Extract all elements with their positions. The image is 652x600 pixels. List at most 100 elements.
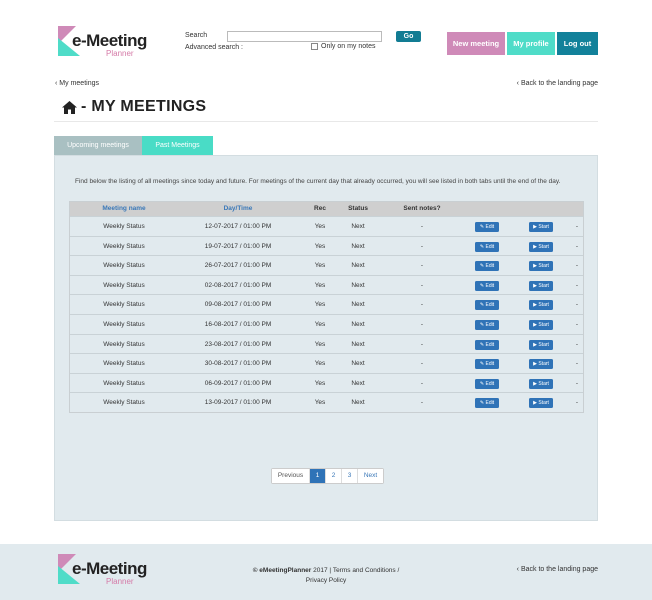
start-label: Start: [538, 263, 549, 270]
copyright-sep: |: [329, 567, 332, 574]
page-title: - MY MEETINGS: [62, 98, 206, 116]
start-button[interactable]: ▶ Start: [529, 241, 553, 252]
header-day-time[interactable]: Day/Time: [178, 202, 298, 216]
new-meeting-button[interactable]: New meeting: [447, 32, 505, 55]
pagination-page-3[interactable]: 3: [342, 469, 358, 483]
day-time-cell: 02-08-2017 / 01:00 PM: [204, 281, 272, 289]
edit-button[interactable]: ✎ Edit: [475, 378, 499, 389]
edit-button[interactable]: ✎ Edit: [475, 300, 499, 311]
meetings-table: Meeting name Day/Time Rec Status Sent no…: [69, 201, 584, 413]
edit-label: Edit: [485, 243, 495, 250]
pencil-icon: ✎: [479, 302, 485, 309]
back-my-meetings-link[interactable]: ‹ My meetings: [55, 80, 99, 87]
start-button[interactable]: ▶ Start: [529, 398, 553, 409]
start-button[interactable]: ▶ Start: [529, 378, 553, 389]
extra-cell: -: [575, 360, 579, 368]
rec-cell: Yes: [314, 379, 326, 387]
extra-cell: -: [575, 223, 579, 230]
sent-notes-cell: -: [420, 223, 424, 230]
search-input[interactable]: [227, 31, 382, 42]
footer-logo[interactable]: e-Meeting Planner: [58, 554, 158, 586]
play-icon: ▶: [533, 400, 537, 407]
footer: e-Meeting Planner © eMeetingPlanner 2017…: [0, 544, 652, 600]
sent-notes-cell: -: [420, 262, 424, 270]
status-cell: Next: [351, 223, 365, 230]
rec-cell: Yes: [314, 242, 326, 250]
pagination-next[interactable]: Next: [358, 469, 383, 483]
extra-cell: -: [575, 320, 579, 328]
start-button[interactable]: ▶ Start: [529, 359, 553, 370]
chevron-left-icon: ‹: [55, 80, 58, 87]
my-profile-button[interactable]: My profile: [507, 32, 555, 55]
header-rec: Rec: [314, 205, 326, 212]
table-row: Weekly Status 13-09-2017 / 01:00 PM Yes Nex…: [70, 392, 583, 412]
copyright-brand: © eMeetingPlanner: [252, 567, 312, 574]
header-logo[interactable]: e-Meeting Planner: [58, 26, 158, 58]
pencil-icon: ✎: [479, 263, 485, 270]
logout-button[interactable]: Log out: [557, 32, 598, 55]
edit-button[interactable]: ✎ Edit: [475, 261, 499, 272]
back-landing-link[interactable]: ‹ Back to the landing page: [517, 80, 598, 87]
table-row: Weekly Status 09-08-2017 / 01:00 PM Yes Nex…: [70, 294, 583, 314]
start-button[interactable]: ▶ Start: [529, 261, 553, 272]
meeting-name-cell: Weekly Status: [103, 262, 145, 270]
edit-button[interactable]: ✎ Edit: [475, 241, 499, 252]
play-icon: ▶: [533, 243, 537, 250]
pencil-icon: ✎: [479, 321, 485, 328]
edit-button[interactable]: ✎ Edit: [475, 339, 499, 350]
table-row: Weekly Status 06-09-2017 / 01:00 PM Yes Nex…: [70, 372, 583, 393]
meeting-name-cell: Weekly Status: [103, 301, 145, 309]
only-notes-label: Only on my notes: [321, 43, 376, 50]
tab-upcoming-meetings[interactable]: Upcoming meetings: [54, 136, 142, 155]
start-label: Start: [538, 321, 549, 328]
start-button[interactable]: ▶ Start: [529, 280, 553, 291]
pagination-previous[interactable]: Previous: [272, 469, 310, 483]
edit-label: Edit: [485, 400, 495, 407]
edit-label: Edit: [485, 380, 495, 387]
play-icon: ▶: [533, 341, 537, 348]
start-button[interactable]: ▶ Start: [529, 319, 553, 330]
start-button[interactable]: ▶ Start: [529, 300, 553, 311]
edit-label: Edit: [485, 302, 495, 309]
extra-cell: -: [575, 379, 579, 387]
play-icon: ▶: [533, 361, 537, 368]
chevron-left-icon: ‹: [516, 566, 519, 573]
meetings-panel: Find below the listing of all meetings s…: [54, 155, 598, 521]
day-time-cell: 16-08-2017 / 01:00 PM: [204, 320, 272, 328]
edit-button[interactable]: ✎ Edit: [475, 398, 499, 409]
footer-back-landing-link[interactable]: ‹ Back to the landing page: [517, 566, 598, 573]
edit-button[interactable]: ✎ Edit: [475, 319, 499, 330]
start-label: Start: [538, 243, 549, 250]
edit-button[interactable]: ✎ Edit: [475, 359, 499, 370]
rec-cell: Yes: [314, 360, 326, 368]
header-meeting-name[interactable]: Meeting name: [70, 202, 178, 216]
meeting-name-cell: Weekly Status: [103, 281, 145, 289]
status-cell: Next: [351, 379, 365, 387]
meeting-name-cell: Weekly Status: [103, 399, 145, 407]
pencil-icon: ✎: [479, 341, 485, 348]
brand-sub: Planner: [106, 49, 134, 58]
extra-cell: -: [575, 301, 579, 309]
extra-cell: -: [575, 281, 579, 289]
chevron-left-icon: ‹: [516, 80, 519, 87]
pagination-page-1[interactable]: 1: [310, 469, 326, 483]
table-body: Weekly Status 12-07-2017 / 01:00 PM Yes Nex…: [70, 216, 583, 412]
sent-notes-cell: -: [420, 242, 424, 250]
rec-cell: Yes: [314, 281, 326, 289]
terms-link[interactable]: Terms and Conditions /: [333, 567, 399, 574]
rec-cell: Yes: [314, 301, 326, 309]
start-button[interactable]: ▶ Start: [529, 339, 553, 350]
tab-past-meetings[interactable]: Past Meetings: [142, 136, 213, 155]
start-label: Start: [538, 302, 549, 309]
edit-button[interactable]: ✎ Edit: [475, 280, 499, 291]
edit-button[interactable]: ✎ Edit: [475, 222, 499, 232]
start-button[interactable]: ▶ Start: [529, 222, 553, 232]
privacy-link[interactable]: Privacy Policy: [306, 577, 346, 584]
checkbox-icon[interactable]: [311, 43, 318, 50]
meeting-name-cell: Weekly Status: [103, 379, 145, 387]
pagination-page-2[interactable]: 2: [326, 469, 342, 483]
only-notes-checkbox[interactable]: Only on my notes: [311, 43, 375, 50]
go-button[interactable]: Go: [396, 31, 421, 42]
edit-label: Edit: [485, 361, 495, 368]
rec-cell: Yes: [314, 340, 326, 348]
